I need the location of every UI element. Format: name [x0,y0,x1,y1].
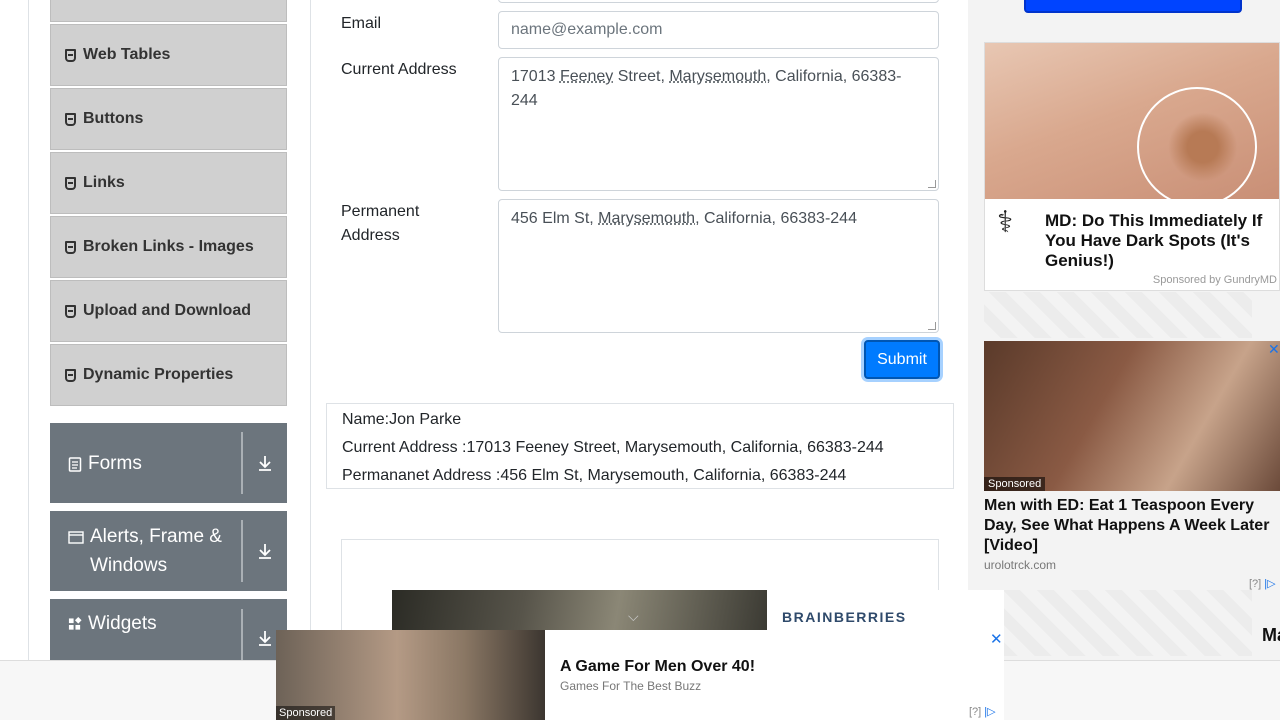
resize-handle[interactable] [928,180,936,188]
output-name: Name:Jon Parke [342,411,462,428]
sidebar-item-upload-download[interactable]: Upload and Download [50,280,287,342]
html5-icon [65,304,76,318]
ad-image[interactable]: Sponsored [984,341,1280,491]
widgets-icon [68,617,82,630]
ad-brand: BRAINBERRIES [782,609,907,625]
sidebar-item-label: Web Tables [83,46,171,63]
permanent-address-textarea[interactable]: 456 Elm St, Marysemouth, California, 663… [498,199,939,333]
group-label: Alerts, Frame & Windows [90,526,222,576]
current-address-value: 17013 Feeney Street, Marysemouth, Califo… [511,68,902,109]
current-address-textarea[interactable]: 17013 Feeney Street, Marysemouth, Califo… [498,57,939,191]
sidebar-left-border [28,0,29,660]
output-box: Name:Jon Parke Current Address :17013 Fe… [326,403,954,489]
ad-info-link[interactable]: [?] |▷ [969,705,996,718]
sidebar-item-dynamic-properties[interactable]: Dynamic Properties [50,344,287,406]
ad-title[interactable]: Men with ED: Eat 1 Teaspoon Every Day, S… [984,496,1276,556]
window-icon [68,531,84,544]
sidebar-item-label: Upload and Download [83,302,251,319]
sidebar-item-label: Links [83,174,125,191]
sidebar-item-label: Buttons [83,110,144,127]
group-label: Widgets [88,613,157,634]
ad-source: urolotrck.com [984,558,1057,572]
page: Web Tables Buttons Links Broken Links - … [0,0,1280,720]
ad-source: Games For The Best Buzz [560,679,702,693]
full-name-input[interactable] [498,0,939,3]
current-address-label: Current Address [341,61,457,78]
html5-icon [65,48,76,62]
ad-highlight-circle [1137,87,1257,207]
ad-button[interactable] [1024,0,1242,13]
sponsored-tag: Sponsored [984,477,1046,491]
sidebar-group-alerts[interactable]: Alerts, Frame & Windows [50,511,287,591]
ad-title[interactable]: A Game For Men Over 40! [560,658,755,676]
permanent-address-label: Permanent Address [341,203,420,244]
resize-handle[interactable] [928,322,936,330]
ad-image [392,590,767,630]
sidebar-item-broken-links[interactable]: Broken Links - Images [50,216,287,278]
sidebar-item-web-tables[interactable]: Web Tables [50,24,287,86]
sidebar-item-label: Dynamic Properties [83,366,234,383]
ad-placeholder [984,292,1252,338]
caduceus-icon: ⚕ [997,206,1014,239]
brainberries-ad[interactable]: ⌵ BRAINBERRIES [392,590,1004,630]
ad-placeholder [984,590,1252,656]
ad-partial-text: Made [1262,625,1280,645]
chevron-down-icon[interactable]: ⌵ [628,608,639,625]
email-input[interactable]: name@example.com [498,11,939,49]
group-label: Forms [88,452,142,474]
sidebar-right-border [310,0,311,660]
email-label: Email [341,15,382,32]
form-icon [68,456,82,472]
output-current-address: Current Address :17013 Feeney Street, Ma… [342,439,884,456]
bottom-ad[interactable]: Sponsored A Game For Men Over 40! Games … [276,630,1004,720]
email-placeholder: name@example.com [511,21,663,38]
html5-icon [65,176,76,190]
output-permanent-address: Permananet Address :456 Elm St, Marysemo… [342,467,847,484]
sidebar-item-links[interactable]: Links [50,152,287,214]
html5-icon [65,368,76,382]
sidebar-item-label: Broken Links - Images [83,238,254,255]
ad-info-link[interactable]: [?] |▷ [1249,577,1276,590]
adchoices-icon: |▷ [1264,578,1276,590]
close-icon[interactable]: ✕ [990,630,1003,648]
adchoices-icon: |▷ [984,706,996,718]
ad-dark-spots[interactable]: ⚕ MD: Do This Immediately If You Have Da… [984,42,1280,291]
ad-sponsor: Sponsored by GundryMD [1152,274,1277,286]
expand-download-icon[interactable] [243,542,287,560]
sidebar-group-forms[interactable]: Forms [50,423,287,503]
html5-icon [65,240,76,254]
sidebar-item-partial[interactable] [50,0,287,22]
sidebar-item-buttons[interactable]: Buttons [50,88,287,150]
ad-title[interactable]: MD: Do This Immediately If You Have Dark… [1045,211,1275,271]
expand-download-icon[interactable] [243,454,287,472]
sponsored-tag: Sponsored [276,706,336,720]
html5-icon [65,112,76,126]
permanent-address-value: 456 Elm St, Marysemouth, California, 663… [511,210,857,227]
submit-button[interactable]: Submit [864,340,940,379]
close-icon[interactable]: ✕ [1268,341,1280,357]
sidebar-group-widgets[interactable]: Widgets [50,599,287,660]
